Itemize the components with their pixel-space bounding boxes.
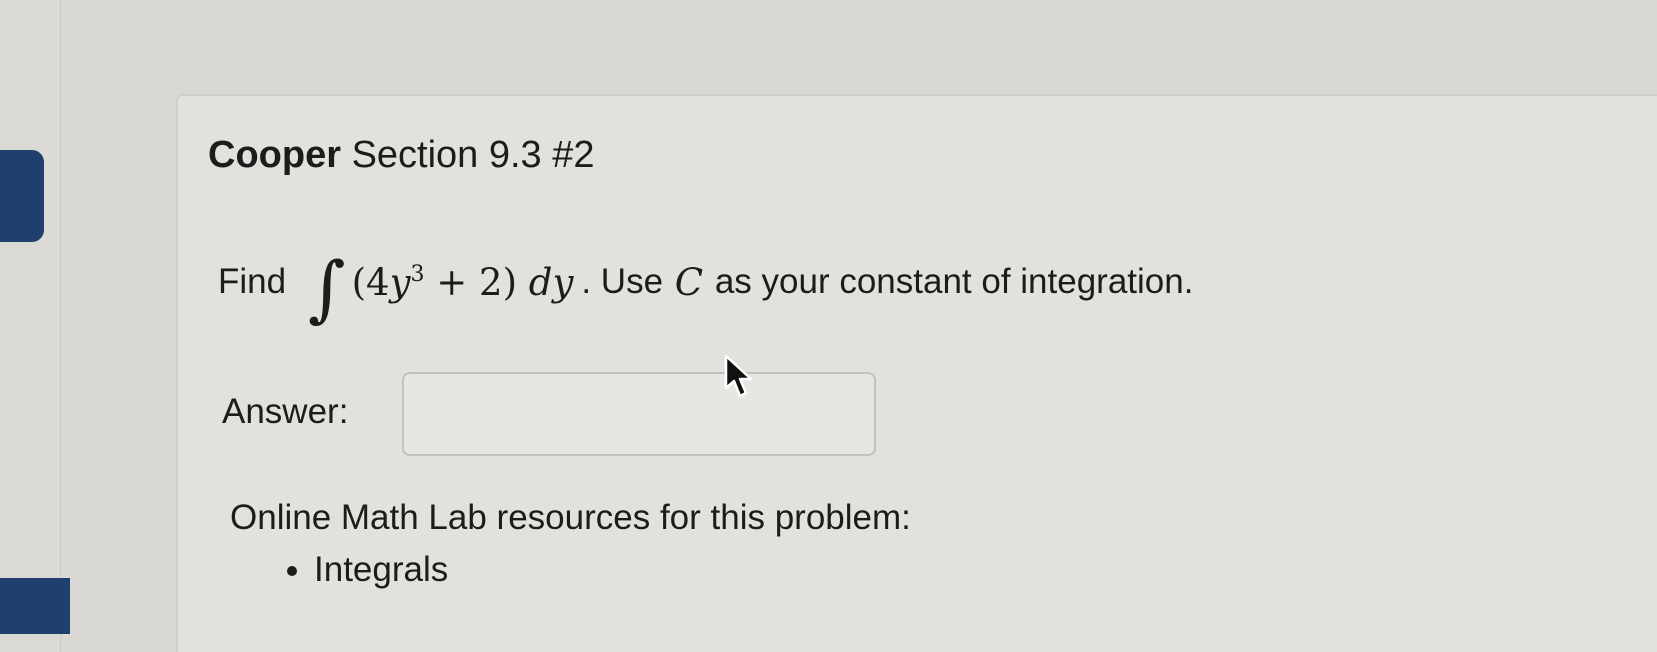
prompt-suffix-2: as your constant of integration.: [705, 262, 1194, 301]
mouse-pointer-icon: [724, 354, 753, 398]
problem-statement: Find ∫ (4 y 3 + 2) dy . Use C as your cons…: [218, 246, 1194, 324]
differential: dy: [528, 260, 574, 304]
resources-list: Integrals: [270, 550, 448, 590]
prompt-prefix: Find: [218, 262, 287, 301]
prompt-suffix-1: . Use: [581, 262, 673, 301]
expression-exponent: 3: [410, 261, 425, 287]
resources-heading: Online Math Lab resources for this probl…: [230, 498, 911, 537]
left-sidebar-strip: [0, 0, 61, 652]
answer-input[interactable]: [402, 372, 876, 456]
constant-symbol: C: [674, 260, 704, 304]
resource-link-integrals[interactable]: Integrals: [314, 550, 448, 590]
title-section: Section 9.3 #2: [351, 134, 595, 176]
problem-title: Cooper Section 9.3 #2: [208, 134, 595, 177]
expression-close: + 2): [424, 260, 529, 304]
sidebar-tab[interactable]: [0, 150, 44, 242]
integral-symbol: ∫: [308, 246, 346, 330]
expression-variable: y: [389, 260, 411, 304]
answer-label: Answer:: [222, 392, 349, 431]
expression-open: (4: [351, 260, 390, 304]
integral-expression: ∫ (4 y 3 + 2) dy: [294, 246, 574, 324]
sidebar-tab-lower[interactable]: [0, 578, 70, 634]
title-author: Cooper: [208, 134, 341, 176]
problem-panel: Cooper Section 9.3 #2 Find ∫ (4 y 3 + 2) d…: [176, 94, 1657, 652]
